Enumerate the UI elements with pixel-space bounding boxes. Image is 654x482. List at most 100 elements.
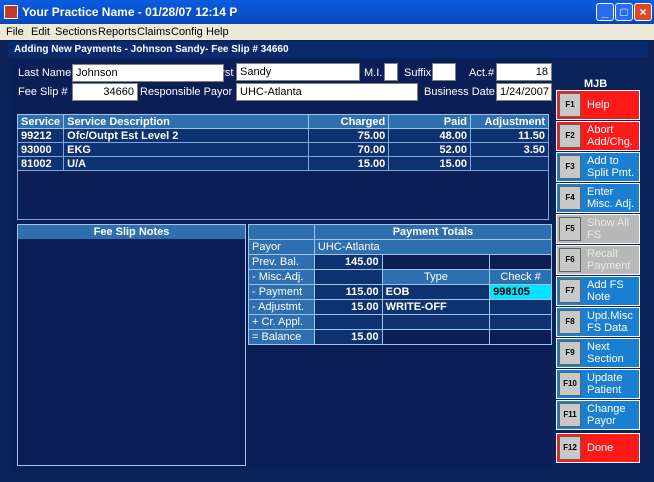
service-adjustment: 3.50 [470, 142, 549, 157]
fkey-label: Abort Add/Chg. [587, 124, 633, 148]
menu-edit[interactable]: Edit [31, 26, 50, 38]
services-table: Service Service Description Charged Paid… [16, 114, 549, 171]
mi-label: M.I. [364, 67, 383, 79]
menu-sections[interactable]: Sections [55, 26, 97, 38]
menu-bar: File Edit Sections Reports Claims Config… [0, 24, 654, 40]
service-description: EKG [63, 142, 310, 157]
table-row[interactable]: 81002 U/A 15.00 15.00 [16, 156, 549, 171]
f8-key-icon: F8 [559, 310, 581, 334]
col-description: Service Description [63, 114, 310, 129]
add-fs-note-button[interactable]: F7 Add FS Note [556, 276, 640, 306]
last-name-label: Last Name [18, 67, 72, 79]
show-all-fs-button[interactable]: F5 Show All FS [556, 214, 640, 244]
fkey-label: Enter Misc. Adj. [587, 186, 635, 210]
misc-adj-label: - Misc.Adj. [248, 269, 315, 285]
payment-form: Last Name Johnson First Sandy M.I. Suffi… [12, 60, 553, 470]
menu-file[interactable]: File [6, 26, 24, 38]
service-paid: 48.00 [388, 128, 472, 143]
fkey-label: Upd.Misc FS Data [587, 310, 633, 334]
fkey-label: Change Payor [587, 403, 626, 427]
first-name-label: First [212, 67, 234, 79]
f5-key-icon: F5 [559, 217, 581, 241]
add-to-split-payment-button[interactable]: F3 Add to Split Pmt. [556, 152, 640, 182]
cr-appl-label: + Cr. Appl. [248, 314, 315, 330]
service-code: 99212 [16, 128, 65, 143]
service-charged: 75.00 [308, 128, 390, 143]
f3-key-icon: F3 [559, 155, 581, 179]
suffix-field[interactable] [432, 63, 456, 81]
service-adjustment: 11.50 [470, 128, 549, 143]
fee-slip-label: Fee Slip # [18, 86, 68, 98]
last-name-field[interactable]: Johnson [72, 64, 224, 82]
menu-reports[interactable]: Reports [98, 26, 137, 38]
menu-claims[interactable]: Claims [137, 26, 171, 38]
payment-type[interactable]: EOB [381, 284, 491, 300]
f7-key-icon: F7 [559, 279, 581, 303]
misc-adj-value[interactable] [313, 269, 383, 285]
prev-bal-label: Prev. Bal. [248, 254, 315, 270]
responsible-payor-label: Responsible Payor [140, 86, 233, 98]
adjust-value[interactable]: 15.00 [313, 299, 383, 315]
update-misc-fs-data-button[interactable]: F8 Upd.Misc FS Data [556, 307, 640, 337]
help-button[interactable]: F1 Help [556, 90, 640, 120]
next-section-button[interactable]: F9 Next Section [556, 338, 640, 368]
service-paid: 52.00 [388, 142, 472, 157]
done-button[interactable]: F12 Done [556, 433, 640, 463]
balance-value: 15.00 [313, 329, 383, 345]
pt-corner [248, 224, 315, 240]
prev-bal-value: 145.00 [313, 254, 383, 270]
change-payor-button[interactable]: F11 Change Payor [556, 400, 640, 430]
fkey-label: Add FS Note [587, 279, 624, 303]
f2-key-icon: F2 [559, 124, 581, 148]
first-name-field[interactable]: Sandy [236, 63, 360, 81]
adjust-type[interactable]: WRITE-OFF [381, 299, 491, 315]
abort-button[interactable]: F2 Abort Add/Chg. [556, 121, 640, 151]
fkey-label: Recall Payment [587, 248, 631, 272]
account-field[interactable]: 18 [496, 63, 552, 81]
fee-slip-notes-panel[interactable]: Fee Slip Notes [17, 224, 246, 466]
col-paid: Paid [388, 114, 472, 129]
payor-label: Payor [248, 239, 315, 255]
user-initials: MJB [584, 78, 608, 90]
suffix-label: Suffix [404, 67, 432, 79]
business-date-label: Business Date [424, 86, 495, 98]
fee-slip-field[interactable]: 34660 [72, 83, 138, 101]
f6-key-icon: F6 [559, 248, 581, 272]
service-paid: 15.00 [388, 156, 472, 171]
table-row[interactable]: 93000 EKG 70.00 52.00 3.50 [16, 142, 549, 157]
title-bar: Your Practice Name - 01/28/07 12:14 P _ … [0, 0, 654, 24]
menu-help[interactable]: Help [206, 26, 229, 38]
payment-check-field[interactable]: 998105 [489, 284, 552, 300]
menu-config[interactable]: Config [171, 26, 203, 38]
fkey-label: Update Patient [587, 372, 623, 396]
col-charged: Charged [308, 114, 390, 129]
check-header: Check # [489, 269, 552, 285]
cr-appl-value[interactable] [313, 314, 383, 330]
f9-key-icon: F9 [559, 341, 581, 365]
update-patient-button[interactable]: F10 Update Patient [556, 369, 640, 399]
service-code: 81002 [16, 156, 65, 171]
payor-value: UHC-Atlanta [313, 239, 553, 255]
balance-label: = Balance [248, 329, 315, 345]
service-description: Ofc/Outpt Est Level 2 [63, 128, 310, 143]
fkey-label: Done [587, 442, 614, 454]
fkey-label: Next Section [587, 341, 624, 365]
type-header: Type [381, 269, 491, 285]
business-date-field[interactable]: 1/24/2007 [496, 83, 552, 101]
f10-key-icon: F10 [559, 372, 581, 396]
minimize-button[interactable]: _ [596, 3, 614, 21]
recall-payment-button[interactable]: F6 Recall Payment [556, 245, 640, 275]
fkey-label: Help [587, 99, 610, 111]
close-button[interactable]: × [634, 3, 652, 21]
mi-field[interactable] [384, 63, 398, 81]
service-adjustment [470, 156, 549, 171]
payment-value[interactable]: 115.00 [313, 284, 383, 300]
table-row[interactable]: 99212 Ofc/Outpt Est Level 2 75.00 48.00 … [16, 128, 549, 143]
payment-totals-title: Payment Totals [313, 224, 553, 240]
maximize-button[interactable]: □ [615, 3, 633, 21]
f1-key-icon: F1 [559, 93, 581, 117]
responsible-payor-field[interactable]: UHC-Atlanta [236, 83, 418, 101]
service-code: 93000 [16, 142, 65, 157]
service-charged: 15.00 [308, 156, 390, 171]
enter-misc-adj-button[interactable]: F4 Enter Misc. Adj. [556, 183, 640, 213]
